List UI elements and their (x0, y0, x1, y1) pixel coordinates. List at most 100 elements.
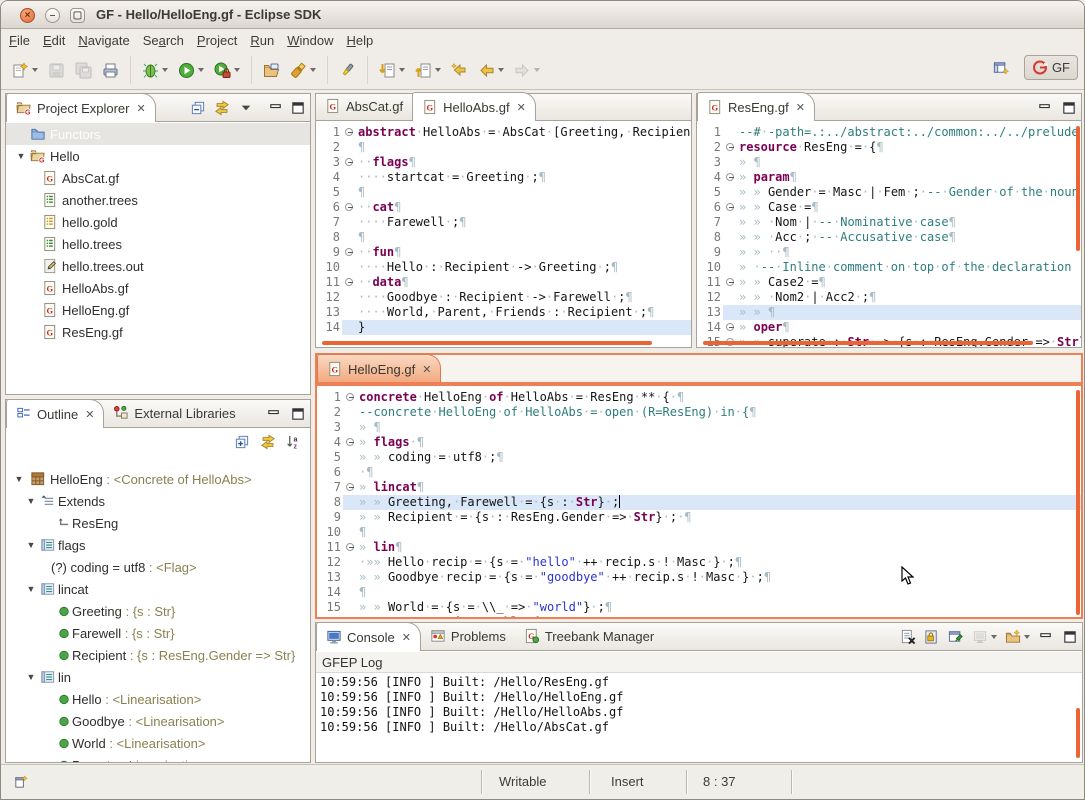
next-annotation-button[interactable] (376, 60, 408, 81)
code-line-6[interactable]: 6·¶ (317, 465, 1081, 480)
close-icon[interactable]: ✕ (85, 408, 94, 421)
console-output[interactable]: 10:59:56 [INFO ] Built: /Hello/ResEng.gf… (316, 673, 1082, 762)
open-gf-shell-button[interactable] (260, 60, 283, 81)
scroll-lock-button[interactable] (924, 629, 940, 645)
maximize-view-button[interactable] (290, 406, 306, 422)
tree-item-helloeng-gf[interactable]: GHelloEng.gf (6, 299, 310, 321)
horizontal-scrollbar[interactable] (703, 341, 1033, 345)
code-line-15[interactable]: 15» » World·=·{s·=·\\_·=>·"world"}·;¶ (317, 600, 1081, 615)
code-line-4[interactable]: 4····startcat·=·Greeting·;¶ (316, 170, 691, 185)
open-perspective-button[interactable] (990, 58, 1012, 78)
expander-icon[interactable]: ▼ (26, 540, 36, 550)
code-line-4[interactable]: 4» flags·¶ (317, 435, 1081, 450)
tree-item--coding-utf8[interactable]: (?) coding = utf8 : <Flag> (6, 556, 310, 578)
window-close-button[interactable]: × (20, 8, 35, 23)
editor-reseng-content[interactable]: 1--#·-path=.:../abstract:../common:../..… (697, 122, 1081, 347)
close-icon[interactable]: ✕ (422, 363, 431, 376)
fold-marker-icon[interactable] (723, 275, 739, 290)
tree-item-lincat[interactable]: ▼lincat (6, 578, 310, 600)
code-line-2[interactable]: 2resource·ResEng·=·{¶ (697, 140, 1081, 155)
tab-outline[interactable]: Outline✕ (6, 399, 104, 428)
tree-item-helloeng[interactable]: ▼HelloEng : <Concrete of HelloAbs> (6, 468, 310, 490)
expander-icon[interactable]: ▼ (16, 151, 26, 161)
code-line-8[interactable]: 8» » Greeting,·Farewell·=·{s·:·Str}·; (317, 495, 1081, 510)
code-line-11[interactable]: 11» lin¶ (317, 540, 1081, 555)
code-line-6[interactable]: 6» » Case·=¶ (697, 200, 1081, 215)
code-line-4[interactable]: 4» param¶ (697, 170, 1081, 185)
code-line-12[interactable]: 12» » ·Nom2·|·Acc2·;¶ (697, 290, 1081, 305)
external-tools-button[interactable] (211, 60, 243, 81)
code-line-2[interactable]: 2--concrete·HelloEng·of·HelloAbs·=·open·… (317, 405, 1081, 420)
expander-icon[interactable]: ▼ (26, 672, 36, 682)
tree-item-reseng-gf[interactable]: GResEng.gf (6, 321, 310, 343)
code-line-9[interactable]: 9» » Recipient·=·{s·:·ResEng.Gender·=>·S… (317, 510, 1081, 525)
gf-perspective-button[interactable]: GF (1024, 55, 1078, 80)
fold-marker-icon[interactable] (342, 245, 358, 260)
editor-helloeng-content[interactable]: 1concrete·HelloEng·of·HelloAbs·=·ResEng·… (317, 386, 1081, 617)
code-line-11[interactable]: 11··data¶ (316, 275, 691, 290)
expand-all-button[interactable] (234, 434, 250, 450)
close-icon[interactable]: ✕ (796, 101, 805, 114)
code-line-1[interactable]: 1--#·-path=.:../abstract:../common:../..… (697, 125, 1081, 140)
last-edit-button[interactable] (448, 60, 471, 81)
code-line-5[interactable]: 5» » coding·=·utf8·;¶ (317, 450, 1081, 465)
code-line-10[interactable]: 10¶ (317, 525, 1081, 540)
menu-run[interactable]: Run (250, 33, 274, 48)
tree-item-flags[interactable]: ▼flags (6, 534, 310, 556)
code-line-9[interactable]: 9··fun¶ (316, 245, 691, 260)
vertical-scrollbar[interactable] (1076, 126, 1080, 251)
fold-marker-icon[interactable] (343, 480, 359, 495)
tree-item-recipient[interactable]: Recipient : {s : ResEng.Gender => Str} (6, 644, 310, 666)
fold-marker-icon[interactable] (342, 125, 358, 140)
tab-helloeng-gf[interactable]: GHelloEng.gf✕ (317, 354, 441, 383)
code-line-14[interactable]: 14} (316, 320, 691, 335)
tree-item-reseng[interactable]: ResEng (6, 512, 310, 534)
window-minimize-button[interactable]: – (45, 8, 60, 23)
fast-view-button[interactable] (13, 774, 29, 790)
tab-console[interactable]: Console✕ (316, 622, 421, 651)
highlighter-button[interactable] (336, 60, 359, 81)
view-menu-button[interactable] (238, 100, 254, 116)
code-line-7[interactable]: 7» lincat¶ (317, 480, 1081, 495)
menu-search[interactable]: Search (143, 33, 184, 48)
minimize-editor-button[interactable] (1037, 100, 1053, 116)
collapse-all-button[interactable] (190, 100, 206, 116)
debug-button[interactable] (139, 60, 171, 81)
horizontal-scrollbar[interactable] (322, 341, 652, 345)
tree-item-hello[interactable]: Hello : <Linearisation> (6, 688, 310, 710)
code-line-12[interactable]: 12····Goodbye·:·Recipient·->·Farewell·;¶ (316, 290, 691, 305)
fold-marker-icon[interactable] (343, 435, 359, 450)
code-line-13[interactable]: 13····World,·Parent,·Friends·:·Recipient… (316, 305, 691, 320)
tree-item-extends[interactable]: ▼Extends (6, 490, 310, 512)
code-line-1[interactable]: 1abstract·HelloAbs·=·AbsCat·[Greeting,·R… (316, 125, 691, 140)
display-console-button[interactable] (972, 629, 988, 645)
save-all-button[interactable] (72, 60, 95, 81)
tree-item-hello[interactable]: ▼GHello (6, 145, 310, 167)
tree-item-farewell[interactable]: Farewell : {s : Str} (6, 622, 310, 644)
print-button[interactable] (99, 60, 122, 81)
search-torch-button[interactable] (287, 60, 319, 81)
tree-item-hello-gold[interactable]: hello.gold (6, 211, 310, 233)
code-line-1[interactable]: 1concrete·HelloEng·of·HelloAbs·=·ResEng·… (317, 390, 1081, 405)
expander-icon[interactable]: ▼ (14, 474, 24, 484)
code-line-9[interactable]: 9» » ··¶ (697, 245, 1081, 260)
code-line-12[interactable]: 12·»» Hello·recip·=·{s·=·"hello"·++·reci… (317, 555, 1081, 570)
fold-marker-icon[interactable] (343, 540, 359, 555)
code-line-7[interactable]: 7····Farewell·;¶ (316, 215, 691, 230)
tab-external-libraries[interactable]: External Libraries (104, 399, 244, 427)
tree-item-hello-trees[interactable]: hello.trees (6, 233, 310, 255)
code-line-5[interactable]: 5» » Gender·=·Masc·|·Fem·;·--·Gender·of·… (697, 185, 1081, 200)
close-icon[interactable]: ✕ (136, 102, 145, 115)
fold-marker-icon[interactable] (723, 170, 739, 185)
fold-marker-icon[interactable] (723, 200, 739, 215)
code-line-2[interactable]: 2¶ (316, 140, 691, 155)
code-line-3[interactable]: 3» ¶ (317, 420, 1081, 435)
code-line-8[interactable]: 8» » ·Acc·;·--·Accusative·case¶ (697, 230, 1081, 245)
open-console-button[interactable] (1005, 629, 1021, 645)
tree-item-lin[interactable]: ▼lin (6, 666, 310, 688)
tree-item-hello-trees-out[interactable]: hello.trees.out (6, 255, 310, 277)
vertical-scrollbar[interactable] (1076, 390, 1080, 615)
code-line-5[interactable]: 5¶ (316, 185, 691, 200)
code-line-10[interactable]: 10····Hello·:·Recipient·->·Greeting·;¶ (316, 260, 691, 275)
fold-marker-icon[interactable] (723, 140, 739, 155)
